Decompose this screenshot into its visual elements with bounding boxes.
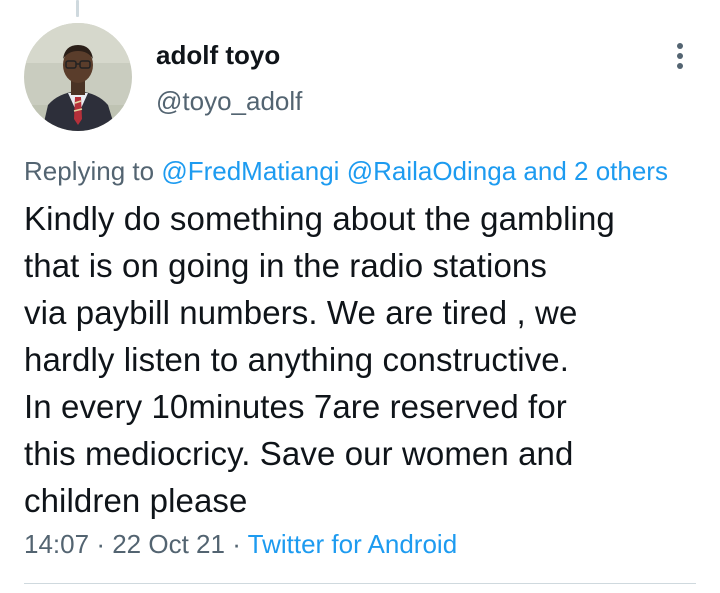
tweet-time[interactable]: 14:07	[24, 529, 89, 559]
tweet-text-line: via paybill numbers. We are tired , we	[24, 294, 578, 331]
tweet-source-link[interactable]: Twitter for Android	[248, 529, 458, 559]
author-display-name[interactable]: adolf toyo	[156, 39, 280, 71]
mention-link-railaodinga[interactable]: @RailaOdinga	[347, 156, 516, 186]
more-options-button[interactable]	[664, 38, 696, 74]
tweet-text-line: hardly listen to anything constructive.	[24, 341, 570, 378]
tweet-text-line: In every 10minutes 7are reserved for	[24, 388, 567, 425]
avatar[interactable]	[24, 23, 132, 131]
replying-to-label: Replying to	[24, 156, 155, 186]
profile-photo	[24, 23, 132, 131]
tweet-date[interactable]: 22 Oct 21	[112, 529, 225, 559]
tweet-metadata: 14:07 · 22 Oct 21 · Twitter for Android	[24, 528, 457, 560]
divider	[24, 583, 696, 584]
mention-link-fredmatiangi[interactable]: @FredMatiangi	[161, 156, 339, 186]
thread-connector-line	[76, 0, 79, 17]
others-link[interactable]: and 2 others	[523, 156, 668, 186]
tweet-text-line: this mediocricy. Save our women and	[24, 435, 574, 472]
tweet-text-line: that is on going in the radio stations	[24, 247, 547, 284]
tweet-text-line: children please	[24, 482, 248, 519]
author-handle[interactable]: @toyo_adolf	[156, 85, 302, 117]
tweet-text: Kindly do something about the gambling t…	[24, 195, 704, 524]
more-vertical-icon	[677, 43, 683, 69]
reply-context: Replying to @FredMatiangi @RailaOdinga a…	[24, 155, 668, 187]
meta-separator: ·	[232, 529, 241, 559]
tweet-text-line: Kindly do something about the gambling	[24, 200, 615, 237]
meta-separator: ·	[96, 529, 105, 559]
